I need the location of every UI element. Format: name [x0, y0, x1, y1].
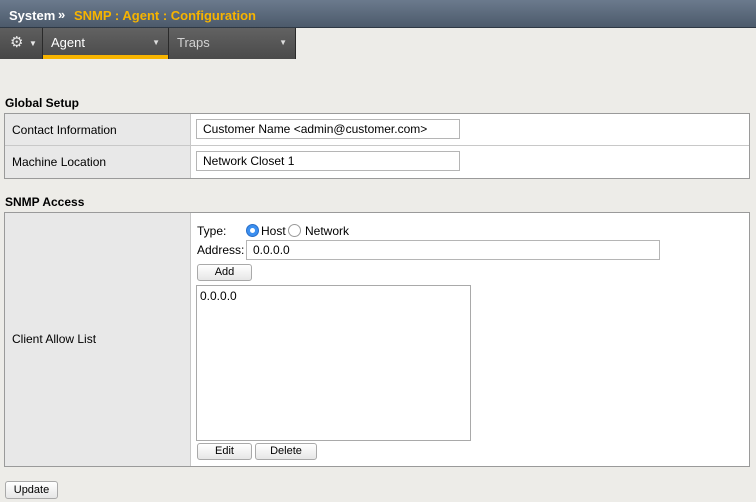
client-allow-list-label: Client Allow List	[12, 332, 97, 346]
snmp-access-heading: SNMP Access	[5, 195, 85, 209]
type-network-label[interactable]: Network	[305, 224, 349, 238]
chevron-down-icon: ▼	[29, 39, 37, 48]
machine-location-input[interactable]: Network Closet 1	[196, 151, 460, 171]
tab-agent[interactable]: Agent ▼	[43, 28, 169, 59]
tab-traps-label: Traps	[177, 35, 210, 50]
address-input[interactable]: 0.0.0.0	[246, 240, 660, 260]
type-host-label[interactable]: Host	[261, 224, 286, 238]
tab-agent-label: Agent	[51, 35, 85, 50]
contact-information-row: Contact Information Customer Name <admin…	[5, 114, 749, 146]
chevron-down-icon: ▼	[152, 38, 160, 47]
page-title: SNMP : Agent : Configuration	[74, 8, 256, 23]
gear-icon: ⚙	[10, 34, 24, 51]
breadcrumb-root[interactable]: System	[9, 8, 55, 23]
tab-selected-indicator	[43, 55, 168, 59]
tab-bar: ⚙ ▼ Agent ▼ Traps ▼	[0, 28, 296, 59]
snmp-access-table: Client Allow List Type: Host Network Add…	[4, 212, 750, 467]
contact-information-label: Contact Information	[12, 123, 117, 137]
delete-button[interactable]: Delete	[255, 443, 317, 460]
global-setup-heading: Global Setup	[5, 96, 80, 110]
global-setup-table: Contact Information Customer Name <admin…	[4, 113, 750, 179]
list-item[interactable]: 0.0.0.0	[200, 289, 237, 303]
tab-traps[interactable]: Traps ▼	[169, 28, 296, 59]
client-allow-listbox[interactable]: 0.0.0.0	[196, 285, 471, 441]
settings-menu-button[interactable]: ⚙ ▼	[0, 28, 43, 59]
contact-information-input[interactable]: Customer Name <admin@customer.com>	[196, 119, 460, 139]
breadcrumb-separator: »	[58, 7, 66, 22]
edit-button[interactable]: Edit	[197, 443, 252, 460]
add-button[interactable]: Add	[197, 264, 252, 281]
machine-location-label: Machine Location	[12, 155, 107, 169]
type-network-radio[interactable]	[288, 224, 301, 237]
machine-location-row: Machine Location Network Closet 1	[5, 146, 749, 178]
update-button[interactable]: Update	[5, 481, 58, 499]
address-label: Address:	[197, 243, 245, 257]
type-label: Type:	[197, 224, 227, 238]
client-allow-list-row: Client Allow List Type: Host Network Add…	[5, 213, 749, 466]
chevron-down-icon: ▼	[279, 38, 287, 47]
breadcrumb: System » SNMP : Agent : Configuration	[0, 0, 756, 28]
type-host-radio[interactable]	[246, 224, 259, 237]
